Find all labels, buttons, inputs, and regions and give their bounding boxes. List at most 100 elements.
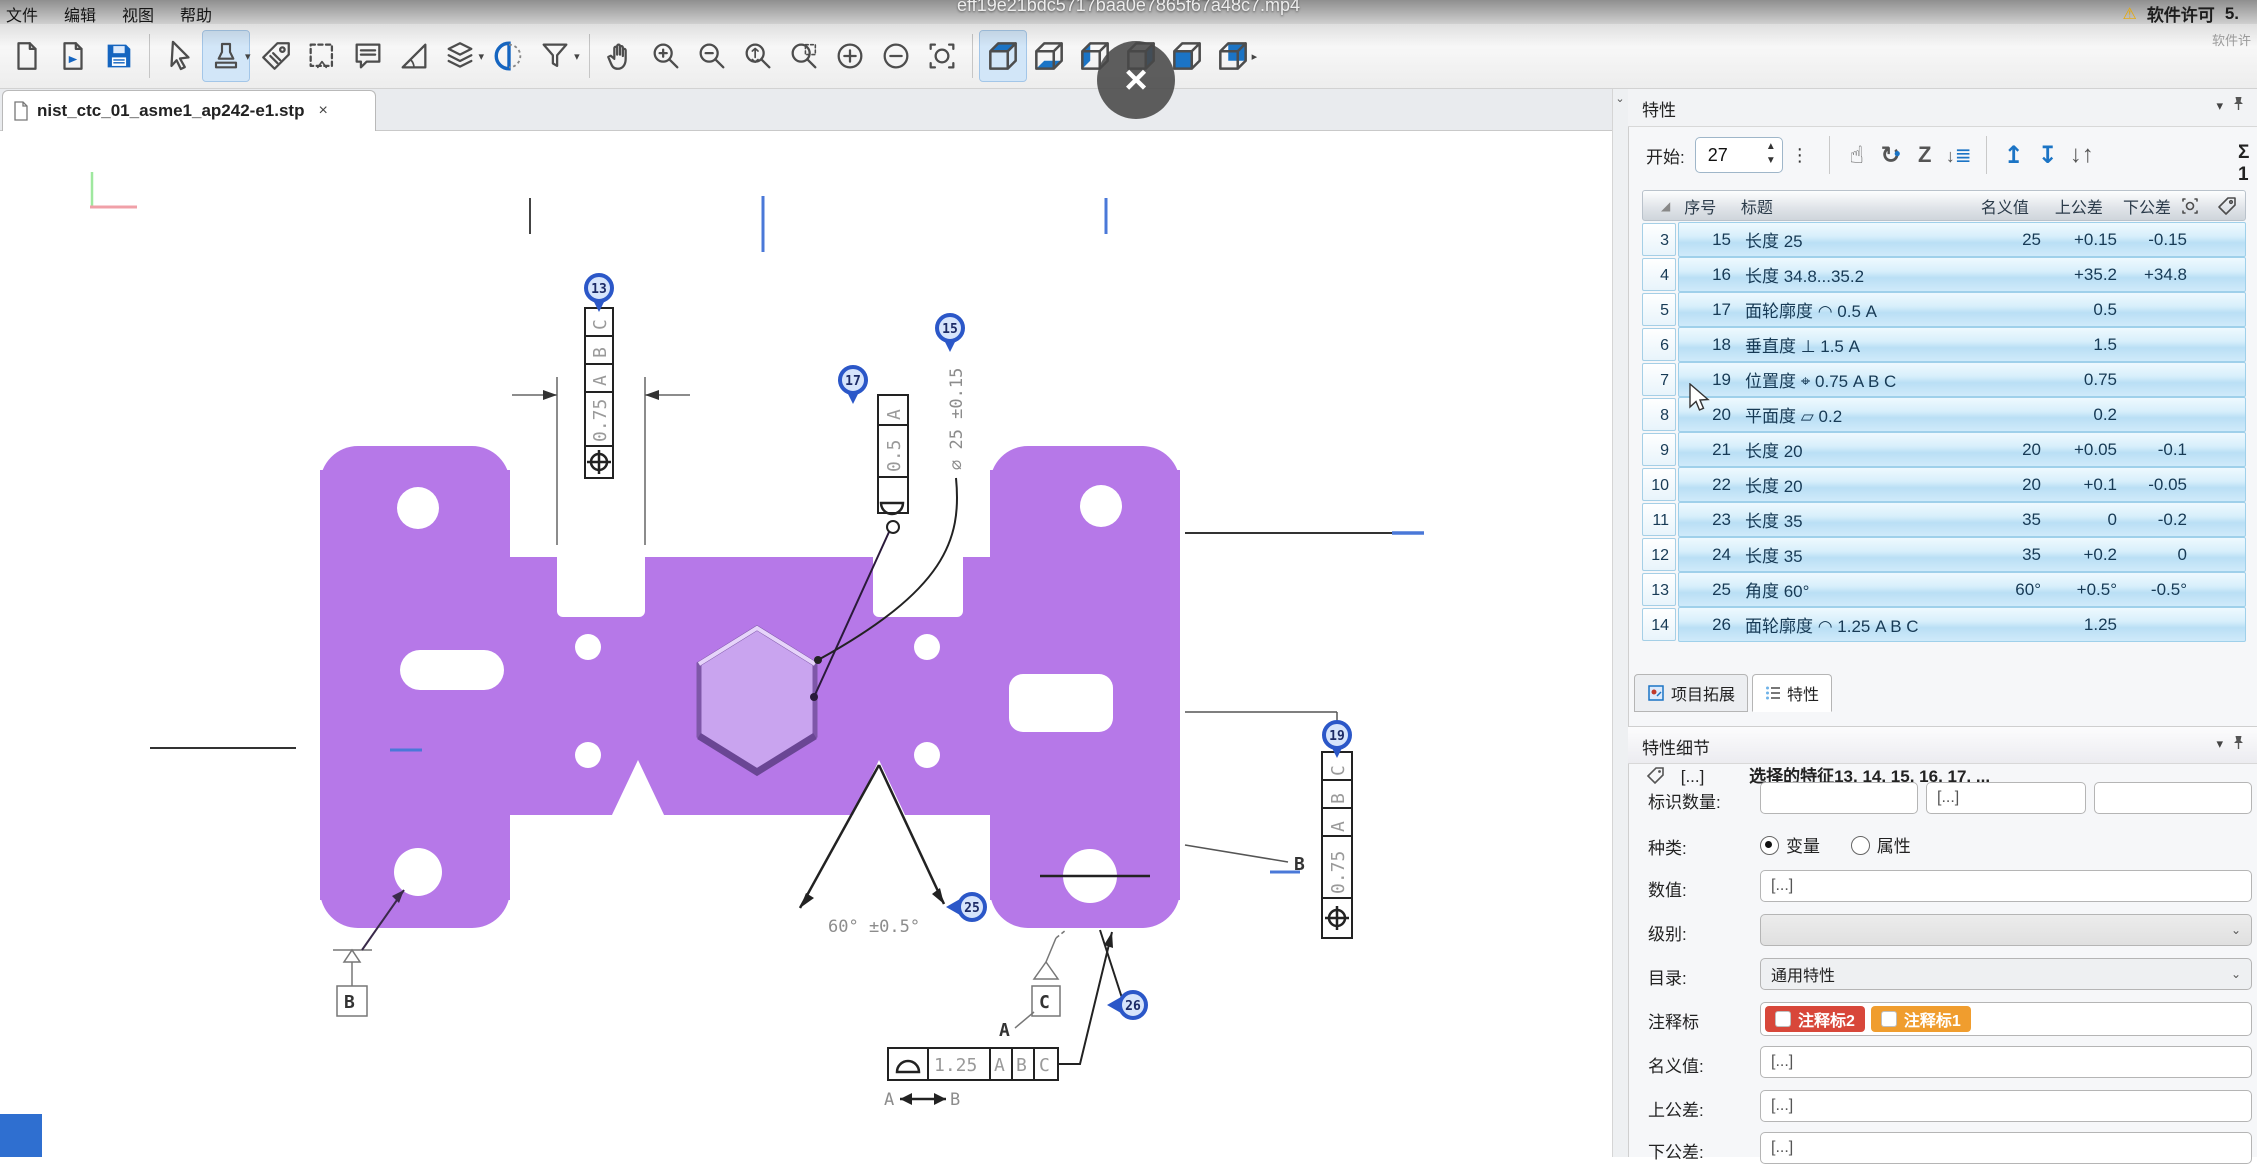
pmi-table-row[interactable]: 10 22 长度 20 20 +0.1 -0.05 <box>1642 468 2246 501</box>
row-index[interactable]: 13 <box>1642 573 1676 606</box>
z-order-icon[interactable]: Z <box>1908 142 1942 168</box>
zoom-extent-button[interactable] <box>735 31 781 81</box>
pmi-table-row[interactable]: 9 21 长度 20 20 +0.05 -0.1 <box>1642 433 2246 466</box>
annotation-tag-box[interactable]: 注释标2 注释标1 <box>1760 1002 2252 1036</box>
sort-icon[interactable]: ↓↑ <box>2065 141 2099 169</box>
comment-tool-button[interactable] <box>345 31 391 81</box>
radio-variable[interactable] <box>1760 836 1779 855</box>
checkbox-icon[interactable] <box>1881 1011 1897 1027</box>
pmi-table-header[interactable]: ◢ 序号 标题 名义值 上公差 下公差 <box>1642 190 2246 221</box>
col-seq[interactable]: 序号 <box>1676 194 1735 218</box>
select-tool-button[interactable] <box>157 31 203 81</box>
fcf-position-19[interactable]: C B A 0.75 <box>1322 752 1352 938</box>
pin-icon[interactable] <box>2232 735 2245 755</box>
upper-tol-input[interactable] <box>1760 1090 2252 1122</box>
tab-close-icon[interactable]: × <box>318 102 327 120</box>
zoom-to-selection-icon[interactable] <box>2171 196 2208 216</box>
document-tab[interactable]: nist_ctc_01_asme1_ap242-e1.stp × <box>2 90 376 131</box>
row-index[interactable]: 10 <box>1642 468 1676 501</box>
section-view-button[interactable] <box>486 31 532 81</box>
decrease-button[interactable] <box>873 31 919 81</box>
row-index[interactable]: 3 <box>1642 223 1676 256</box>
row-index[interactable]: 11 <box>1642 503 1676 536</box>
layers-dropdown-arrow[interactable]: ▾ <box>479 50 485 63</box>
pmi-table-row[interactable]: 5 17 面轮廓度 ◠ 0.5 A 0.5 <box>1642 293 2246 326</box>
pmi-table-row[interactable]: 4 16 长度 34.8...35.2 +35.2 +34.8 <box>1642 258 2246 291</box>
select-region-button[interactable] <box>299 31 345 81</box>
id-count-input-2[interactable] <box>1926 782 2086 814</box>
view-cube-dropdown-arrow[interactable]: ▸ <box>1252 50 1258 63</box>
increase-button[interactable] <box>827 31 873 81</box>
radio-attribute[interactable] <box>1851 836 1870 855</box>
filter-button[interactable] <box>532 31 578 81</box>
row-index[interactable]: 5 <box>1642 293 1676 326</box>
pmi-balloon-13[interactable]: 13 <box>586 275 612 312</box>
row-index[interactable]: 12 <box>1642 538 1676 571</box>
export-up-icon[interactable]: ↥ <box>1997 141 2031 170</box>
row-index[interactable]: 8 <box>1642 398 1676 431</box>
stepper-arrows[interactable]: ▲▼ <box>1766 140 1776 168</box>
panel-splitter[interactable] <box>1612 88 1629 1157</box>
col-upper[interactable]: 上公差 <box>2029 194 2103 218</box>
datum-c[interactable] <box>1015 930 1066 1028</box>
col-title[interactable]: 标题 <box>1735 194 1965 218</box>
pmi-balloon-25[interactable]: 25 <box>946 894 985 920</box>
pmi-table-row[interactable]: 6 18 垂直度 ⊥ 1.5 A 1.5 <box>1642 328 2246 361</box>
tag-column-icon[interactable] <box>2208 196 2245 216</box>
nominal-input[interactable] <box>1760 1046 2252 1078</box>
view-cube-top-button[interactable] <box>980 31 1026 81</box>
level-select[interactable]: ⌄ <box>1760 914 2252 946</box>
start-number-input[interactable]: 27 ▲▼ <box>1695 137 1783 173</box>
layers-button[interactable] <box>437 31 483 81</box>
tag-tool-button[interactable] <box>253 31 299 81</box>
col-lower[interactable]: 下公差 <box>2103 194 2171 218</box>
catalog-select[interactable]: 通用特性 ⌄ <box>1760 958 2252 990</box>
tab-project-expand[interactable]: 项目拓展 <box>1634 674 1748 712</box>
save-button[interactable] <box>96 31 142 81</box>
stamp-tool-button[interactable] <box>203 31 249 81</box>
more-options-icon[interactable]: ⋮ <box>1791 145 1809 166</box>
model-viewport[interactable]: C B A 0.75 A 0.5 ⌀ 25 ±0.15 60° ±0.5° <box>0 130 1612 1157</box>
license-status[interactable]: ⚠ 软件许可 5. <box>2122 1 2239 26</box>
pmi-table-row[interactable]: 13 25 角度 60° 60° +0.5° -0.5° <box>1642 573 2246 606</box>
selection-ellipsis[interactable]: [...] <box>1681 767 1705 786</box>
annotation-tag-2[interactable]: 注释标2 <box>1765 1006 1865 1032</box>
collapse-panel-icon[interactable]: ⌄ <box>1612 92 1628 105</box>
col-nominal[interactable]: 名义值 <box>1965 194 2029 218</box>
pmi-table-row[interactable]: 14 26 面轮廓度 ◠ 1.25 A B C 1.25 <box>1642 608 2246 641</box>
lower-tol-input[interactable] <box>1760 1132 2252 1164</box>
row-index[interactable]: 7 <box>1642 363 1676 396</box>
annotation-tag-1[interactable]: 注释标1 <box>1871 1006 1971 1032</box>
view-cube-back-button[interactable] <box>1210 31 1256 81</box>
fit-view-button[interactable] <box>919 31 965 81</box>
zoom-in-button[interactable] <box>643 31 689 81</box>
stamp-dropdown-arrow[interactable]: ▾ <box>245 50 251 63</box>
row-index[interactable]: 6 <box>1642 328 1676 361</box>
pmi-balloon-15[interactable]: 15 <box>937 315 963 352</box>
checkbox-icon[interactable] <box>1775 1011 1791 1027</box>
open-file-button[interactable] <box>4 31 50 81</box>
pmi-table-row[interactable]: 3 15 长度 25 25 +0.15 -0.15 <box>1642 223 2246 256</box>
zoom-out-button[interactable] <box>689 31 735 81</box>
pmi-table-row[interactable]: 8 20 平面度 ▱ 0.2 0.2 <box>1642 398 2246 431</box>
import-down-icon[interactable]: ↧ <box>2031 141 2065 170</box>
value-input[interactable] <box>1760 870 2252 902</box>
refresh-numbering-icon[interactable]: ↻● <box>1874 141 1908 170</box>
pick-tool-icon[interactable]: ☝ <box>1840 141 1874 170</box>
filter-dropdown-arrow[interactable]: ▾ <box>574 50 580 63</box>
id-count-input-1[interactable] <box>1760 782 1918 814</box>
pmi-balloon-17[interactable]: 17 <box>840 367 866 404</box>
menu-help[interactable]: 帮助 <box>180 2 212 26</box>
menu-edit[interactable]: 编辑 <box>64 2 96 26</box>
measure-tool-button[interactable] <box>391 31 437 81</box>
pan-tool-button[interactable] <box>597 31 643 81</box>
row-index[interactable]: 14 <box>1642 608 1676 641</box>
details-menu-arrow[interactable]: ▾ <box>2216 736 2223 752</box>
menu-file[interactable]: 文件 <box>6 2 38 26</box>
row-index[interactable]: 4 <box>1642 258 1676 291</box>
import-file-button[interactable] <box>50 31 96 81</box>
tab-properties[interactable]: 特性 <box>1752 674 1832 712</box>
zoom-window-button[interactable] <box>781 31 827 81</box>
pin-icon[interactable] <box>2232 96 2245 116</box>
fcf-position-13[interactable]: C B A 0.75 <box>585 308 613 478</box>
